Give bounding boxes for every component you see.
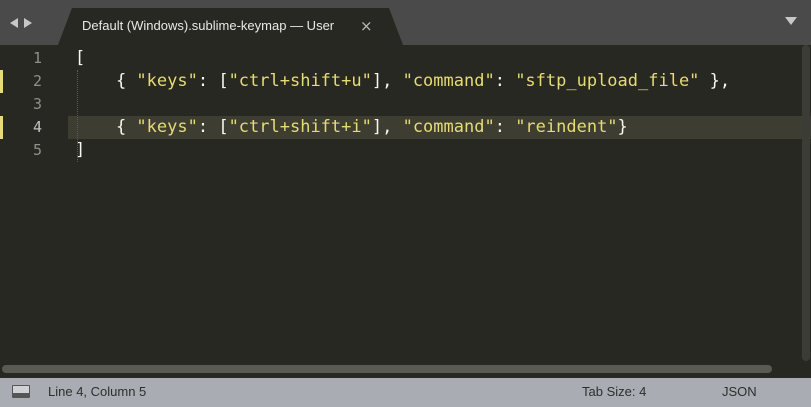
tab-nav-left-icon[interactable] [10, 18, 18, 28]
string-token: "keys" [136, 71, 198, 91]
code-token: } [617, 117, 628, 137]
indent-guide [77, 70, 78, 162]
string-token: "command" [402, 71, 495, 91]
tab-active[interactable]: Default (Windows).sublime-keymap — User … [58, 8, 403, 45]
code-token: ], [371, 117, 403, 137]
tab-title: Default (Windows).sublime-keymap — User [82, 18, 335, 33]
syntax-selector[interactable]: JSON [722, 384, 757, 399]
code-token: { [75, 71, 137, 91]
tab-bar: Default (Windows).sublime-keymap — User … [0, 0, 811, 45]
code-token: { [75, 117, 137, 137]
modified-line-marker [0, 70, 3, 93]
string-token: "sftp_upload_file" [515, 71, 700, 91]
tab-nav-right-icon[interactable] [24, 18, 32, 28]
code-line[interactable]: { "keys": ["ctrl+shift+i"], "command": "… [75, 116, 628, 139]
string-token: "reindent" [515, 117, 618, 137]
code-line[interactable]: [ [75, 47, 85, 70]
code-token: [ [75, 48, 86, 68]
code-token: : [494, 117, 516, 137]
line-number-gutter: 1 2 3 4 5 [0, 45, 60, 366]
code-token: : [494, 71, 516, 91]
line-number: 1 [32, 49, 42, 67]
line-number: 4 [32, 118, 42, 136]
code-token: }, [699, 71, 731, 91]
cursor-position: Line 4, Column 5 [48, 384, 147, 399]
line-number: 3 [32, 95, 42, 113]
code-token: : [ [197, 117, 229, 137]
panel-toggle-icon[interactable] [12, 385, 30, 398]
code-line[interactable]: { "keys": ["ctrl+shift+u"], "command": "… [75, 70, 730, 93]
code-token: ], [371, 71, 403, 91]
string-token: "command" [402, 117, 495, 137]
tab-list-dropdown-icon[interactable] [785, 17, 797, 25]
string-token: "ctrl+shift+u" [228, 71, 372, 91]
modified-line-marker [0, 116, 3, 139]
string-token: "keys" [136, 117, 198, 137]
line-number: 5 [32, 141, 42, 159]
editor-area[interactable]: 12345 [ { "keys": ["ctrl+shift+u"], "com… [0, 45, 811, 366]
code-token: : [ [197, 71, 229, 91]
tab-size-selector[interactable]: Tab Size: 4 [582, 384, 646, 399]
line-number: 2 [32, 72, 42, 90]
tab-close-icon[interactable]: × [360, 17, 373, 35]
string-token: "ctrl+shift+i" [228, 117, 372, 137]
status-bar: Line 4, Column 5 Tab Size: 4 JSON [0, 378, 811, 407]
horizontal-scrollbar[interactable] [0, 362, 811, 376]
tab-nav-arrows [10, 14, 32, 32]
vertical-scrollbar-track [802, 45, 810, 361]
horizontal-scrollbar-thumb[interactable] [2, 365, 772, 373]
